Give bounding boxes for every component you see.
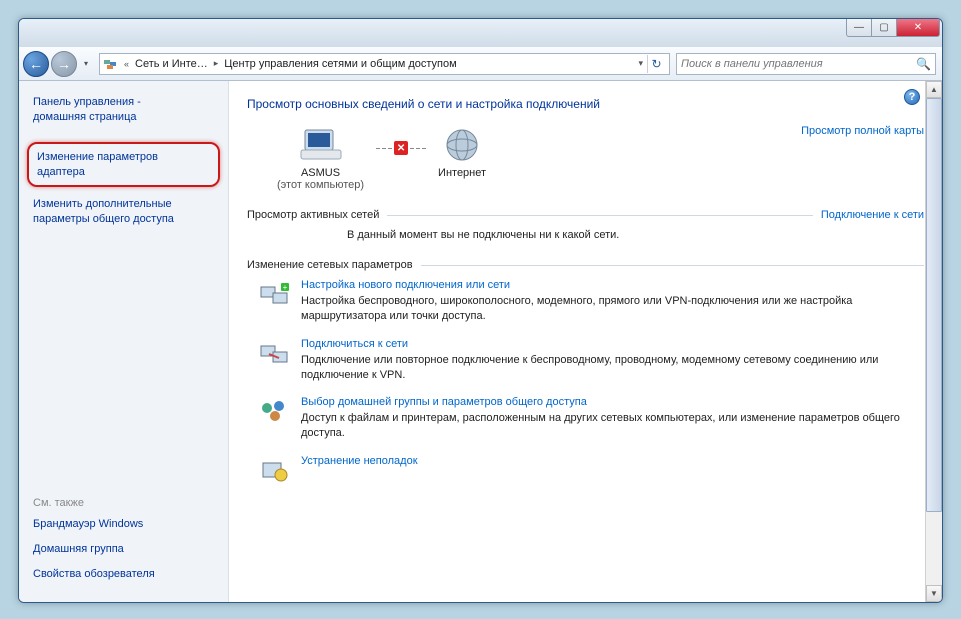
task-homegroup-desc: Доступ к файлам и принтерам, расположенн… — [301, 411, 924, 441]
internet-node[interactable]: Интернет — [438, 125, 486, 179]
active-networks-label: Просмотр активных сетей — [247, 209, 379, 221]
task-connect: Подключиться к сети Подключение или повт… — [247, 338, 924, 383]
refresh-button[interactable]: ↻ — [647, 55, 665, 73]
change-adapter-settings-link[interactable]: Изменение параметровадаптера — [27, 142, 220, 188]
connect-icon — [259, 338, 291, 370]
search-input[interactable] — [681, 58, 916, 70]
titlebar: — ▢ ✕ — [19, 19, 942, 47]
connect-to-network-link[interactable]: Подключение к сети — [821, 209, 924, 221]
task-new-connection: + Настройка нового подключения или сети … — [247, 279, 924, 324]
change-settings-label: Изменение сетевых параметров — [247, 259, 413, 271]
task-troubleshoot-link[interactable]: Устранение неполадок — [301, 455, 418, 467]
windows-firewall-link[interactable]: Брандмауэр Windows — [33, 517, 218, 532]
this-computer-node[interactable]: ASMUS (этот компьютер) — [277, 125, 364, 191]
vertical-scrollbar[interactable]: ▲ ▼ — [925, 81, 942, 602]
no-network-message: В данный момент вы не подключены ни к ка… — [247, 229, 924, 241]
address-dropdown[interactable]: ▾ — [638, 58, 643, 69]
internet-options-link[interactable]: Свойства обозревателя — [33, 567, 218, 582]
breadcrumb-network[interactable]: Сеть и Инте… — [131, 58, 212, 70]
task-list: + Настройка нового подключения или сети … — [247, 279, 924, 487]
internet-label: Интернет — [438, 167, 486, 179]
change-settings-section: Изменение сетевых параметров + Настройка… — [247, 259, 924, 487]
search-icon[interactable]: 🔍 — [916, 57, 931, 71]
see-also-label: См. также — [33, 497, 218, 509]
close-button[interactable]: ✕ — [896, 19, 940, 37]
computer-name: ASMUS — [277, 167, 364, 179]
connection-line: ✕ — [376, 141, 426, 155]
task-connect-desc: Подключение или повторное подключение к … — [301, 353, 924, 383]
computer-sub: (этот компьютер) — [277, 179, 364, 191]
svg-text:+: + — [283, 283, 288, 292]
task-new-connection-desc: Настройка беспроводного, широкополосного… — [301, 294, 924, 324]
task-homegroup-link[interactable]: Выбор домашней группы и параметров общег… — [301, 396, 924, 408]
main-panel: ? Просмотр основных сведений о сети и на… — [229, 81, 942, 602]
scroll-down-button[interactable]: ▼ — [926, 585, 942, 602]
breadcrumb-chevrons[interactable]: « — [122, 59, 131, 69]
content-area: Панель управления -домашняя страница Изм… — [19, 81, 942, 602]
location-icon — [102, 56, 118, 72]
control-panel-window: — ▢ ✕ ← → ▾ « Сеть и Инте… ▸ Центр управ… — [18, 18, 943, 603]
help-icon[interactable]: ? — [904, 89, 920, 105]
homegroup-icon — [259, 396, 291, 428]
task-homegroup: Выбор домашней группы и параметров общег… — [247, 396, 924, 441]
globe-icon — [438, 125, 486, 165]
search-box[interactable]: 🔍 — [676, 53, 936, 75]
active-networks-section: Просмотр активных сетей Подключение к се… — [247, 209, 924, 241]
breadcrumb-sep-icon: ▸ — [212, 58, 221, 69]
network-map: ASMUS (этот компьютер) ✕ Интернет Просмо… — [277, 125, 924, 191]
history-dropdown[interactable]: ▾ — [79, 59, 93, 68]
page-title: Просмотр основных сведений о сети и наст… — [247, 97, 924, 111]
control-panel-home-link[interactable]: Панель управления -домашняя страница — [33, 95, 218, 126]
scroll-up-button[interactable]: ▲ — [926, 81, 942, 98]
computer-icon — [297, 125, 345, 165]
homegroup-link[interactable]: Домашняя группа — [33, 542, 218, 557]
see-full-map-link[interactable]: Просмотр полной карты — [801, 125, 924, 137]
breadcrumb-sharing-center[interactable]: Центр управления сетями и общим доступом — [220, 58, 460, 70]
address-bar[interactable]: « Сеть и Инте… ▸ Центр управления сетями… — [99, 53, 670, 75]
task-new-connection-link[interactable]: Настройка нового подключения или сети — [301, 279, 924, 291]
forward-button[interactable]: → — [51, 51, 77, 77]
task-troubleshoot: Устранение неполадок — [247, 455, 924, 487]
scroll-track[interactable] — [926, 98, 942, 585]
advanced-sharing-settings-link[interactable]: Изменить дополнительныепараметры общего … — [33, 197, 218, 227]
scroll-thumb[interactable] — [926, 98, 942, 512]
navigation-bar: ← → ▾ « Сеть и Инте… ▸ Центр управления … — [19, 47, 942, 81]
task-connect-link[interactable]: Подключиться к сети — [301, 338, 924, 350]
disconnected-icon: ✕ — [394, 141, 408, 155]
back-button[interactable]: ← — [23, 51, 49, 77]
sidebar: Панель управления -домашняя страница Изм… — [19, 81, 229, 602]
maximize-button[interactable]: ▢ — [871, 19, 897, 37]
window-buttons: — ▢ ✕ — [847, 19, 940, 37]
new-connection-icon: + — [259, 279, 291, 311]
minimize-button[interactable]: — — [846, 19, 872, 37]
troubleshoot-icon — [259, 455, 291, 487]
